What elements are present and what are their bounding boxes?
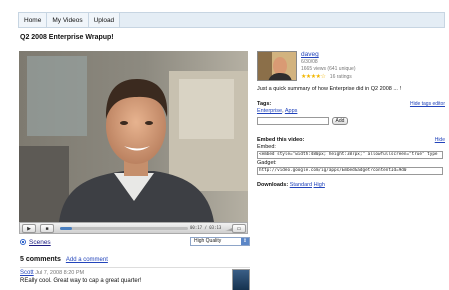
add-comment-link[interactable]: Add a comment	[66, 257, 108, 263]
scenes-link[interactable]: Scenes	[29, 239, 51, 246]
comments-count: 5 comments	[20, 256, 61, 263]
view-count: 1665 views (641 unique)	[301, 66, 356, 72]
comments-header: 5 comments Add a comment	[20, 256, 108, 263]
tags-label: Tags:	[257, 101, 272, 107]
stop-button[interactable]: ■	[40, 224, 54, 233]
gadget-url-field[interactable]: http://video.google.com/ig/apps/EmbedGad…	[257, 167, 443, 175]
uploader-avatar[interactable]	[257, 51, 297, 81]
comment-author[interactable]: Scott	[20, 270, 34, 276]
tab-my-videos[interactable]: My Videos	[47, 13, 89, 27]
seek-progress	[60, 227, 72, 230]
list-item: Scott Jul 7, 2008 8:20 PM REally cool. G…	[20, 267, 250, 290]
downloads-label: Downloads:	[257, 182, 289, 188]
page-title: Q2 2008 Enterprise Wrapup!	[20, 34, 114, 41]
uploader-avatar-image	[258, 52, 296, 80]
uploader-info: daveg 6/30/08 1665 views (641 unique) ★★…	[301, 51, 441, 80]
tag-list: Enterprise, Apps	[257, 108, 298, 114]
play-button[interactable]: ▶	[22, 224, 36, 233]
video-summary: Just a quick summary of how Enterprise d…	[257, 86, 401, 92]
hide-embed-link[interactable]: Hide	[435, 137, 445, 143]
top-nav: Home My Videos Upload	[18, 12, 445, 28]
tab-upload[interactable]: Upload	[88, 13, 121, 27]
tab-home[interactable]: Home	[19, 13, 48, 27]
player-controls: ▶ ■ 00:17 / 03:13 ▭	[19, 222, 248, 234]
tag-apps[interactable]: Apps	[285, 108, 298, 114]
video-frame	[19, 51, 248, 222]
fullscreen-icon: ▭	[236, 225, 242, 232]
chevron-down-icon: ⇕	[241, 238, 249, 245]
tag-enterprise[interactable]: Enterprise	[257, 108, 282, 114]
video-player[interactable]	[19, 51, 248, 222]
add-tag-button[interactable]: Add	[332, 117, 348, 125]
time-display: 00:17 / 03:13	[190, 225, 222, 230]
fullscreen-button[interactable]: ▭	[232, 224, 246, 233]
rating-count: 16 ratings	[329, 74, 352, 80]
comment-text: REally cool. Great way to cap a great qu…	[20, 278, 142, 284]
download-standard-link[interactable]: Standard	[290, 182, 312, 188]
scenes-radio[interactable]	[20, 239, 26, 245]
embed-code-field[interactable]: <embed style="width:480px; height:387px;…	[257, 151, 443, 159]
quality-select[interactable]: High Quality ⇕	[190, 237, 250, 246]
uploader-name[interactable]: daveg	[301, 51, 441, 58]
embed-code-label: Embed:	[257, 144, 276, 150]
scenes-row: Scenes High Quality ⇕	[20, 236, 250, 248]
avatar	[232, 269, 250, 290]
quality-value: High Quality	[194, 238, 222, 244]
downloads-row: Downloads: Standard High	[257, 182, 325, 188]
rating-stars[interactable]: ★★★★☆	[301, 74, 326, 80]
play-icon: ▶	[27, 225, 31, 232]
comment-meta: Scott Jul 7, 2008 8:20 PM	[20, 270, 84, 276]
seek-bar[interactable]	[60, 227, 188, 230]
gadget-label: Gadget:	[257, 160, 277, 166]
upload-date: 6/30/08	[301, 59, 318, 65]
comment-date: Jul 7, 2008 8:20 PM	[35, 270, 85, 276]
download-high-link[interactable]: High	[314, 182, 325, 188]
stop-icon: ■	[45, 225, 49, 232]
embed-label: Embed this video:	[257, 137, 305, 143]
hide-tags-editor-link[interactable]: Hide tags editor	[410, 101, 445, 107]
tag-input[interactable]	[257, 117, 329, 125]
